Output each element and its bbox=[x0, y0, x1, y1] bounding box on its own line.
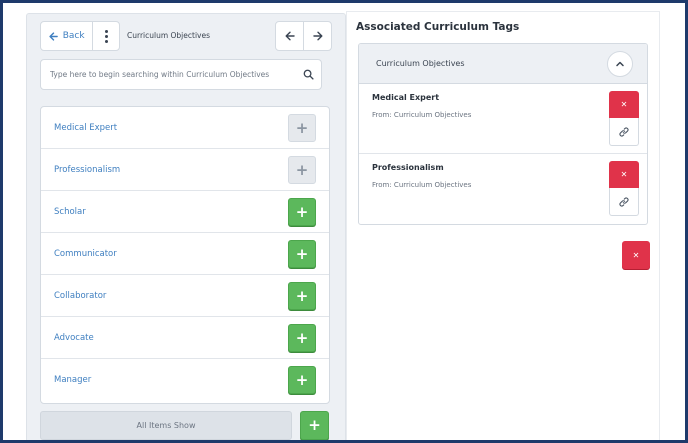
breadcrumb-title: Curriculum Objectives bbox=[127, 31, 210, 40]
list-item: Professionalism + bbox=[41, 149, 329, 191]
plus-icon: + bbox=[295, 244, 309, 263]
tag-item: Professionalism From: Curriculum Objecti… bbox=[359, 154, 647, 224]
search-box bbox=[40, 59, 322, 90]
list-item-label[interactable]: Manager bbox=[54, 359, 91, 401]
add-button[interactable]: + bbox=[288, 198, 316, 226]
add-button-disabled[interactable]: + bbox=[288, 156, 316, 184]
list-item: Communicator + bbox=[41, 233, 329, 275]
chevron-up-icon bbox=[616, 61, 624, 67]
close-icon: ✕ bbox=[620, 170, 628, 179]
link-tag-button[interactable] bbox=[609, 188, 639, 216]
more-options-button[interactable] bbox=[93, 22, 119, 50]
plus-icon: + bbox=[295, 370, 309, 389]
list-item-label[interactable]: Scholar bbox=[54, 191, 86, 233]
next-button[interactable] bbox=[303, 22, 331, 50]
list-item: Collaborator + bbox=[41, 275, 329, 317]
app-frame: Back Curriculum Objectives Type here to … bbox=[3, 3, 685, 440]
plus-icon: + bbox=[295, 160, 309, 179]
tag-item: Medical Expert From: Curriculum Objectiv… bbox=[359, 84, 647, 154]
pager-button-group bbox=[275, 21, 332, 51]
objectives-list: Medical Expert + Professionalism + Schol… bbox=[40, 106, 330, 404]
add-button-disabled[interactable]: + bbox=[288, 114, 316, 142]
list-item-label[interactable]: Collaborator bbox=[54, 275, 106, 317]
arrow-left-icon bbox=[49, 31, 58, 41]
plus-icon: + bbox=[295, 286, 309, 305]
plus-icon: + bbox=[308, 416, 321, 434]
close-icon: ✕ bbox=[632, 250, 640, 260]
remove-tag-button[interactable]: ✕ bbox=[609, 91, 639, 118]
browser-toolbar: Back Curriculum Objectives bbox=[40, 21, 332, 51]
back-button[interactable]: Back bbox=[41, 22, 94, 50]
link-icon bbox=[619, 126, 629, 137]
tag-group: Curriculum Objectives Medical Expert Fro… bbox=[358, 43, 648, 225]
tag-group-header: Curriculum Objectives bbox=[359, 44, 647, 84]
list-item-label[interactable]: Communicator bbox=[54, 233, 117, 275]
remove-all-button[interactable]: ✕ bbox=[622, 241, 650, 269]
back-button-label: Back bbox=[62, 31, 85, 41]
tag-source: From: Curriculum Objectives bbox=[372, 111, 472, 119]
plus-icon: + bbox=[295, 202, 309, 221]
tag-group-label: Curriculum Objectives bbox=[376, 59, 465, 68]
kebab-menu-icon bbox=[104, 29, 108, 43]
list-item-label[interactable]: Professionalism bbox=[54, 149, 120, 191]
previous-button[interactable] bbox=[276, 22, 303, 50]
list-item-label[interactable]: Medical Expert bbox=[54, 107, 117, 149]
curriculum-browser-panel: Back Curriculum Objectives Type here to … bbox=[26, 13, 346, 440]
add-button[interactable]: + bbox=[288, 324, 316, 352]
add-all-button[interactable]: + bbox=[300, 411, 329, 440]
remove-tag-button[interactable]: ✕ bbox=[609, 161, 639, 188]
all-items-show-button[interactable]: All Items Show bbox=[40, 411, 292, 440]
search-input[interactable] bbox=[41, 60, 291, 89]
list-item: Scholar + bbox=[41, 191, 329, 233]
link-icon bbox=[619, 196, 629, 207]
collapse-button[interactable] bbox=[607, 51, 633, 77]
add-button[interactable]: + bbox=[288, 240, 316, 268]
tag-name: Medical Expert bbox=[372, 93, 440, 102]
tag-name: Professionalism bbox=[372, 163, 444, 172]
search-icon[interactable] bbox=[303, 69, 314, 80]
close-icon: ✕ bbox=[620, 100, 628, 109]
link-tag-button[interactable] bbox=[609, 118, 639, 146]
list-item: Advocate + bbox=[41, 317, 329, 359]
arrow-right-icon bbox=[313, 31, 323, 41]
tag-source: From: Curriculum Objectives bbox=[372, 181, 472, 189]
list-item-label[interactable]: Advocate bbox=[54, 317, 94, 359]
add-button[interactable]: + bbox=[288, 366, 316, 394]
associated-tags-panel: Associated Curriculum Tags Curriculum Ob… bbox=[346, 11, 660, 440]
plus-icon: + bbox=[295, 118, 309, 137]
arrow-left-icon bbox=[285, 31, 295, 41]
list-item: Manager + bbox=[41, 359, 329, 401]
list-item: Medical Expert + bbox=[41, 107, 329, 149]
panel-title: Associated Curriculum Tags bbox=[356, 21, 520, 33]
add-button[interactable]: + bbox=[288, 282, 316, 310]
plus-icon: + bbox=[295, 328, 309, 347]
back-button-group: Back bbox=[40, 21, 120, 51]
